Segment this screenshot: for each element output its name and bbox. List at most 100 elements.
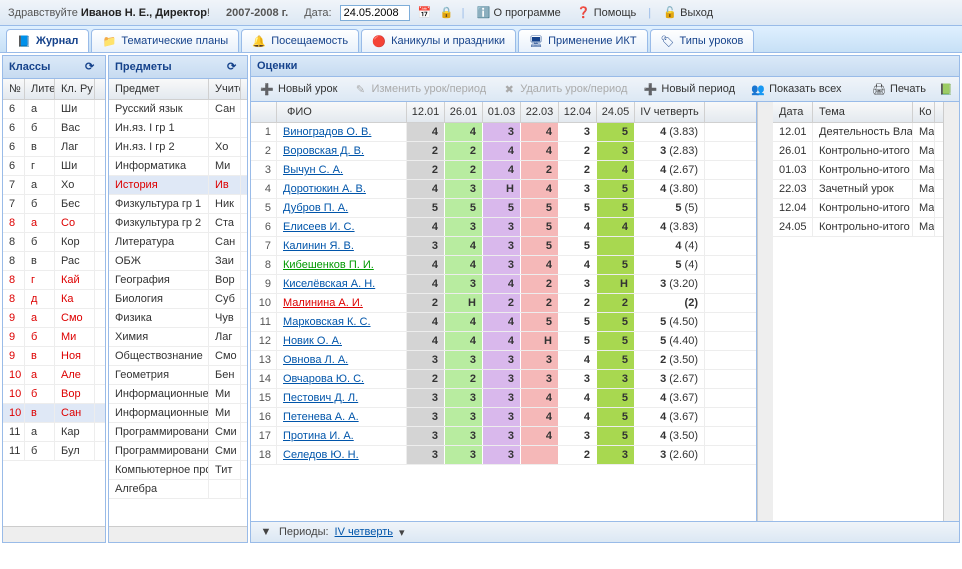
col-header[interactable]: Предмет xyxy=(109,79,209,99)
grade-cell[interactable]: 2 xyxy=(407,294,445,312)
lesson-row[interactable]: 01.03 Контрольно-итого Ма xyxy=(773,161,943,180)
new-lesson-button[interactable]: ➕Новый урок xyxy=(257,80,340,98)
student-row[interactable]: 6Елисеев И. С.4335444 (3.83) xyxy=(251,218,756,237)
help-button[interactable]: ❓Помощь xyxy=(573,4,641,22)
student-row[interactable]: 14Овчарова Ю. С.2233333 (2.67) xyxy=(251,370,756,389)
grade-cell[interactable]: 4 xyxy=(407,256,445,274)
grade-cell[interactable]: 3 xyxy=(445,218,483,236)
grade-cell[interactable]: 4 xyxy=(559,351,597,369)
class-row[interactable]: 11 б Бул xyxy=(3,442,105,461)
grade-cell[interactable]: 5 xyxy=(597,313,635,331)
grade-cell[interactable]: 4 xyxy=(559,408,597,426)
col-quarter[interactable]: IV четверть xyxy=(635,102,705,122)
calendar-icon[interactable]: 📅 xyxy=(418,6,432,20)
student-row[interactable]: 11Марковская К. С.4445555 (4.50) xyxy=(251,313,756,332)
student-row[interactable]: 8Кибешенков П. И.4434455 (4) xyxy=(251,256,756,275)
tab-Типы уроков[interactable]: 🏷Типы уроков xyxy=(650,29,755,52)
grade-cell[interactable]: Н xyxy=(483,180,521,198)
student-name[interactable]: Пестович Д. Л. xyxy=(277,389,407,407)
student-name[interactable]: Воровская Д. В. xyxy=(277,142,407,160)
excel-icon[interactable]: 📗 xyxy=(939,82,953,96)
student-name[interactable]: Елисеев И. С. xyxy=(277,218,407,236)
class-row[interactable]: 9 в Ноя xyxy=(3,347,105,366)
grade-cell[interactable]: 4 xyxy=(521,256,559,274)
date-input[interactable] xyxy=(340,5,410,21)
student-name[interactable]: Киселёвская А. Н. xyxy=(277,275,407,293)
grade-cell[interactable]: 4 xyxy=(521,408,559,426)
student-row[interactable]: 10Малинина А. И.2Н2222(2) xyxy=(251,294,756,313)
lock-icon[interactable]: 🔒 xyxy=(440,6,454,20)
grade-cell[interactable]: 3 xyxy=(445,389,483,407)
class-row[interactable]: 8 в Рас xyxy=(3,252,105,271)
grade-cell[interactable]: 4 xyxy=(445,123,483,141)
grade-cell[interactable]: 4 xyxy=(521,180,559,198)
grade-cell[interactable]: 5 xyxy=(407,199,445,217)
grade-cell[interactable]: 4 xyxy=(597,161,635,179)
grade-cell[interactable]: 5 xyxy=(559,332,597,350)
class-row[interactable]: 9 а Смо xyxy=(3,309,105,328)
grade-cell[interactable]: 4 xyxy=(483,332,521,350)
grade-cell[interactable]: 3 xyxy=(559,275,597,293)
grade-cell[interactable]: 4 xyxy=(445,313,483,331)
lesson-row[interactable]: 26.01 Контрольно-итого Ма xyxy=(773,142,943,161)
subject-row[interactable]: История Ив xyxy=(109,176,247,195)
student-name[interactable]: Протина И. А. xyxy=(277,427,407,445)
grade-cell[interactable]: 4 xyxy=(407,123,445,141)
grade-cell[interactable]: 5 xyxy=(521,199,559,217)
period-link[interactable]: IV четверть xyxy=(335,526,393,538)
grade-cell[interactable]: 4 xyxy=(407,218,445,236)
grade-cell[interactable]: 3 xyxy=(483,218,521,236)
grade-cell[interactable]: 3 xyxy=(559,123,597,141)
class-row[interactable]: 6 а Ши xyxy=(3,100,105,119)
student-row[interactable]: 1Виноградов О. В.4434354 (3.83) xyxy=(251,123,756,142)
grade-cell[interactable]: 3 xyxy=(445,427,483,445)
about-button[interactable]: ℹ️О программе xyxy=(472,4,564,22)
grade-cell[interactable]: 4 xyxy=(559,389,597,407)
grade-cell[interactable]: 3 xyxy=(445,351,483,369)
grade-cell[interactable]: 5 xyxy=(597,199,635,217)
grade-cell[interactable]: 2 xyxy=(597,294,635,312)
class-row[interactable]: 7 б Бес xyxy=(3,195,105,214)
grade-cell[interactable]: 3 xyxy=(407,427,445,445)
class-row[interactable]: 8 г Кай xyxy=(3,271,105,290)
grade-cell[interactable]: 2 xyxy=(559,446,597,464)
grade-cell[interactable]: 5 xyxy=(445,199,483,217)
grade-cell[interactable]: 4 xyxy=(559,218,597,236)
grade-cell[interactable]: 5 xyxy=(597,389,635,407)
class-row[interactable]: 6 в Лаг xyxy=(3,138,105,157)
grade-cell[interactable]: 2 xyxy=(445,161,483,179)
subject-row[interactable]: ОБЖ Заи xyxy=(109,252,247,271)
grade-cell[interactable]: 3 xyxy=(521,370,559,388)
subject-row[interactable]: Информатика Ми xyxy=(109,157,247,176)
grade-cell[interactable]: 3 xyxy=(445,180,483,198)
student-row[interactable]: 4Доротюкин А. В.43Н4354 (3.80) xyxy=(251,180,756,199)
subject-row[interactable]: Программирование Сми xyxy=(109,423,247,442)
student-name[interactable]: Дубров П. А. xyxy=(277,199,407,217)
grade-cell[interactable]: 3 xyxy=(445,446,483,464)
class-row[interactable]: 11 а Кар xyxy=(3,423,105,442)
class-row[interactable]: 8 а Со xyxy=(3,214,105,233)
student-name[interactable]: Петенева А. А. xyxy=(277,408,407,426)
subject-row[interactable]: Физика Чув xyxy=(109,309,247,328)
grade-cell[interactable]: 3 xyxy=(597,370,635,388)
grade-cell[interactable]: 4 xyxy=(597,218,635,236)
show-all-button[interactable]: 👥Показать всех xyxy=(748,80,844,98)
grade-cell[interactable]: 2 xyxy=(445,370,483,388)
grade-cell[interactable]: 5 xyxy=(597,123,635,141)
subject-row[interactable]: Ин.яз. I гр 1 xyxy=(109,119,247,138)
grade-cell[interactable]: 3 xyxy=(407,446,445,464)
student-row[interactable]: 18Селедов Ю. Н.333233 (2.60) xyxy=(251,446,756,465)
grade-cell[interactable]: 3 xyxy=(559,427,597,445)
grade-cell[interactable]: 3 xyxy=(521,351,559,369)
refresh-icon[interactable]: ⟳ xyxy=(227,60,241,74)
student-row[interactable]: 17Протина И. А.3334354 (3.50) xyxy=(251,427,756,446)
subject-row[interactable]: Литература Сан xyxy=(109,233,247,252)
grade-cell[interactable]: 5 xyxy=(521,218,559,236)
student-name[interactable]: Вычун С. А. xyxy=(277,161,407,179)
grade-cell[interactable]: 3 xyxy=(445,408,483,426)
grade-cell[interactable]: 5 xyxy=(559,199,597,217)
lesson-row[interactable]: 12.01 Деятельность Вла Ма xyxy=(773,123,943,142)
class-row[interactable]: 6 б Вас xyxy=(3,119,105,138)
grade-cell[interactable]: 3 xyxy=(483,408,521,426)
refresh-icon[interactable]: ⟳ xyxy=(85,60,99,74)
